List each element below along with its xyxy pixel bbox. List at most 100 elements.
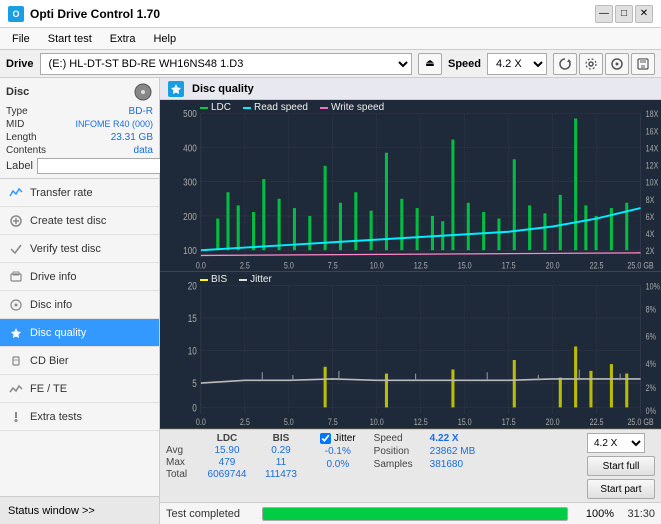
disc-info-label: Disc info	[30, 299, 72, 311]
progress-label: Test completed	[166, 508, 256, 520]
svg-text:7.5: 7.5	[328, 261, 338, 271]
disc-label-input[interactable]	[37, 158, 175, 174]
disc-mid-label: MID	[6, 119, 24, 130]
sidebar-item-disc-quality[interactable]: Disc quality	[0, 319, 159, 347]
total-bis: 111473	[256, 469, 306, 480]
menu-bar: File Start test Extra Help	[0, 28, 661, 50]
jitter-section: Jitter -0.1% 0.0%	[320, 433, 356, 470]
svg-text:2.5: 2.5	[240, 416, 250, 427]
top-chart-legend: LDC Read speed Write speed	[200, 102, 384, 113]
stats-table: LDC BIS Avg 15.90 0.29 Max 479 11 Total …	[166, 433, 306, 480]
svg-text:12X: 12X	[646, 161, 659, 171]
cd-bier-label: CD Bier	[30, 355, 69, 367]
cd-bier-icon	[8, 353, 24, 369]
progress-percent: 100%	[574, 508, 614, 520]
svg-text:5.0: 5.0	[284, 261, 294, 271]
transfer-rate-label: Transfer rate	[30, 187, 93, 199]
sidebar-item-cd-bier[interactable]: CD Bier	[0, 347, 159, 375]
stats-max-row: Max 479 11	[166, 457, 306, 468]
sidebar: Disc Type BD-R MID INFOME R40 (000) Leng…	[0, 78, 160, 524]
svg-text:7.5: 7.5	[328, 416, 338, 427]
samples-value: 381680	[430, 459, 463, 470]
max-jitter: 0.0%	[320, 459, 356, 470]
menu-start-test[interactable]: Start test	[40, 31, 100, 47]
sidebar-item-fe-te[interactable]: FE / TE	[0, 375, 159, 403]
create-test-label: Create test disc	[30, 215, 106, 227]
speed-select-drive[interactable]: 4.2 X	[487, 53, 547, 75]
max-ldc: 479	[198, 457, 256, 468]
svg-text:5.0: 5.0	[284, 416, 294, 427]
sidebar-item-extra-tests[interactable]: Extra tests	[0, 403, 159, 431]
disc-length-value: 23.31 GB	[111, 132, 153, 143]
disc-panel-icons	[133, 82, 153, 102]
svg-text:17.5: 17.5	[502, 416, 516, 427]
disc-svg-icon	[133, 82, 153, 102]
avg-ldc: 15.90	[198, 445, 256, 456]
svg-text:200: 200	[183, 210, 197, 222]
drive-label: Drive	[6, 58, 34, 70]
start-part-button[interactable]: Start part	[587, 479, 655, 499]
action-buttons: 4.2 X Start full Start part	[587, 433, 655, 499]
status-window[interactable]: Status window >>	[0, 496, 159, 524]
disc-contents-value: data	[134, 145, 153, 156]
disc-length-label: Length	[6, 132, 37, 143]
title-bar-left: O Opti Drive Control 1.70	[8, 6, 160, 22]
drive-info-label: Drive info	[30, 271, 76, 283]
jitter-checkbox[interactable]	[320, 433, 331, 444]
svg-text:0%: 0%	[646, 405, 657, 416]
speed-position-section: Speed 4.22 X Position 23862 MB Samples 3…	[374, 433, 476, 470]
bottom-bar: LDC BIS Avg 15.90 0.29 Max 479 11 Total …	[160, 429, 661, 502]
close-button[interactable]: ✕	[635, 5, 653, 23]
top-chart-svg: 500 400 300 200 100 18X 16X 14X 12X 10X …	[160, 100, 661, 271]
ldc-header: LDC	[198, 433, 256, 444]
disc-panel-title: Disc	[6, 86, 29, 98]
sidebar-item-transfer-rate[interactable]: Transfer rate	[0, 179, 159, 207]
svg-text:14X: 14X	[646, 144, 659, 154]
svg-text:25.0 GB: 25.0 GB	[627, 416, 654, 427]
menu-help[interactable]: Help	[145, 31, 184, 47]
disc-info-icon	[8, 297, 24, 313]
svg-text:300: 300	[183, 176, 197, 188]
svg-text:10.0: 10.0	[370, 261, 384, 271]
sidebar-item-drive-info[interactable]: Drive info	[0, 263, 159, 291]
disc-label-row: Label 🔍	[6, 158, 153, 174]
stats-header-row: LDC BIS	[166, 433, 306, 444]
drive-icons	[553, 53, 655, 75]
status-window-label: Status window >>	[8, 505, 95, 517]
content-area: Disc quality LDC Read speed Wr	[160, 78, 661, 524]
samples-label: Samples	[374, 459, 424, 470]
save-icon[interactable]	[631, 53, 655, 75]
progress-time: 31:30	[620, 508, 655, 520]
max-bis: 11	[256, 457, 306, 468]
sidebar-item-verify-test-disc[interactable]: Verify test disc	[0, 235, 159, 263]
svg-text:25.0 GB: 25.0 GB	[627, 261, 654, 271]
svg-text:10%: 10%	[646, 281, 661, 292]
top-chart: LDC Read speed Write speed	[160, 100, 661, 272]
bottom-chart-legend: BIS Jitter	[200, 274, 272, 285]
eject-button[interactable]: ⏏	[418, 53, 442, 75]
menu-file[interactable]: File	[4, 31, 38, 47]
svg-text:12.5: 12.5	[414, 261, 428, 271]
total-ldc: 6069744	[198, 469, 256, 480]
progress-bar-fill	[263, 508, 567, 520]
maximize-button[interactable]: □	[615, 5, 633, 23]
svg-text:20: 20	[188, 281, 197, 293]
minimize-button[interactable]: —	[595, 5, 613, 23]
sidebar-item-disc-info[interactable]: Disc info	[0, 291, 159, 319]
action-speed-select[interactable]: 4.2 X	[587, 433, 645, 453]
menu-extra[interactable]: Extra	[102, 31, 144, 47]
drive-select[interactable]: (E:) HL-DT-ST BD-RE WH16NS48 1.D3	[40, 53, 412, 75]
svg-text:22.5: 22.5	[590, 416, 604, 427]
svg-text:2X: 2X	[646, 246, 655, 256]
settings-icon[interactable]	[579, 53, 603, 75]
bottom-chart-svg: 20 15 10 5 0 10% 8% 6% 4% 2% 0% 0.0 2.5 …	[160, 272, 661, 428]
sidebar-item-create-test-disc[interactable]: Create test disc	[0, 207, 159, 235]
legend-bis: BIS	[200, 274, 227, 285]
speed-value: 4.22 X	[430, 433, 459, 444]
refresh-icon[interactable]	[553, 53, 577, 75]
fe-te-icon	[8, 381, 24, 397]
avg-label: Avg	[166, 445, 198, 456]
disc-icon[interactable]	[605, 53, 629, 75]
start-full-button[interactable]: Start full	[587, 456, 655, 476]
verify-test-label: Verify test disc	[30, 243, 101, 255]
